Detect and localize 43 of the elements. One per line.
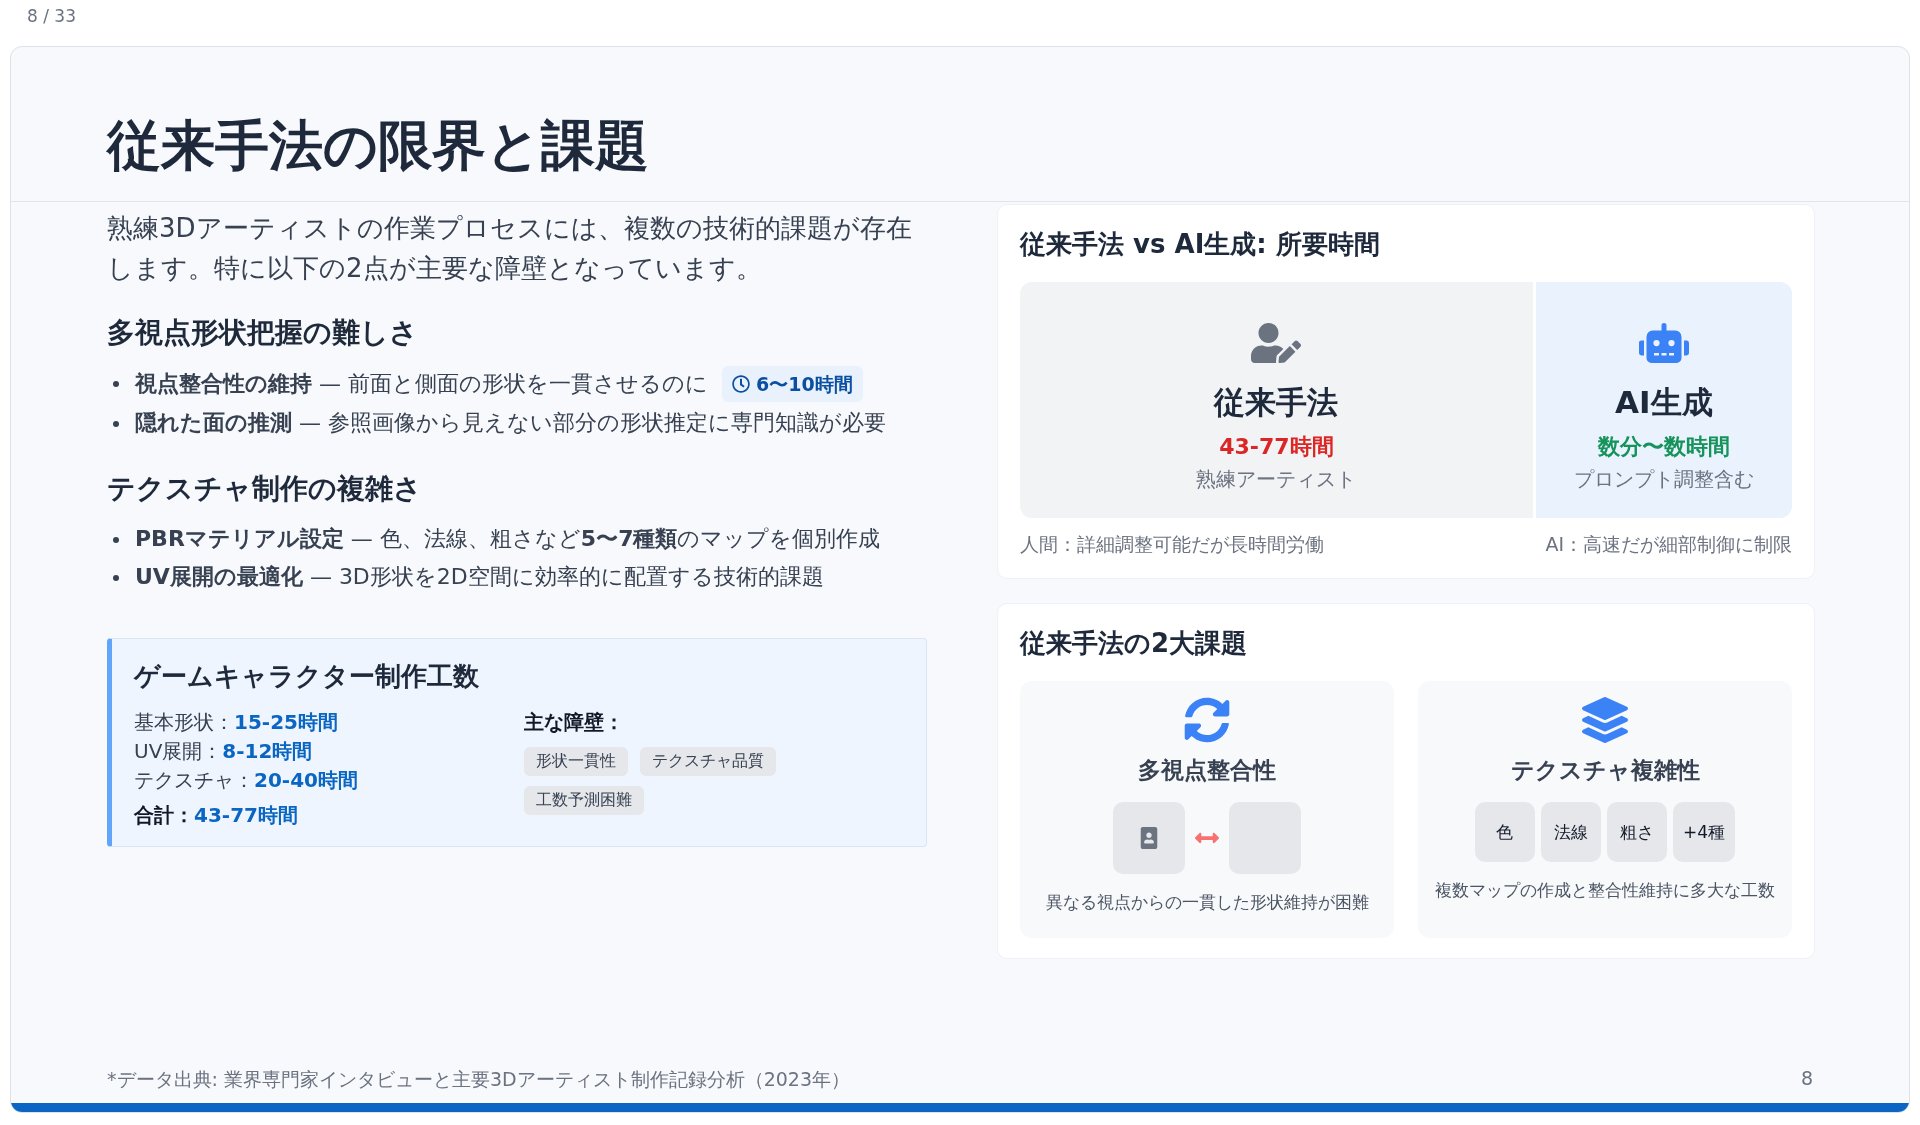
map-tile: 法線 bbox=[1540, 802, 1601, 862]
method-title: AI生成 bbox=[1615, 382, 1713, 422]
method-title: 従来手法 bbox=[1214, 382, 1339, 422]
bullet-text: PBRマテリアル設定 — 色、法線、粗さなど5〜7種類のマップを個別作成 bbox=[135, 525, 881, 553]
section-heading: 多視点形状把握の難しさ bbox=[107, 315, 419, 351]
clock-icon bbox=[732, 375, 750, 393]
source-note: *データ出典: 業界専門家インタビューと主要3Dアーティスト制作記録分析（2023年） bbox=[107, 1067, 850, 1092]
map-tile: 色 bbox=[1474, 802, 1535, 862]
slide-counter: 8 / 33 bbox=[26, 5, 77, 28]
bullet-text: 隠れた面の推測 — 参照画像から見えない部分の形状推定に専門知識が必要 bbox=[135, 409, 886, 437]
portrait-icon bbox=[1138, 827, 1160, 849]
workload-line: UV展開：8-12時間 bbox=[134, 738, 314, 765]
intro-paragraph: 熟練3Dアーティストの作業プロセスには、複数の技術的課題が存在します。特に以下の2点が主要な障壁となっています。 bbox=[107, 212, 913, 285]
workload-title: ゲームキャラクター制作工数 bbox=[134, 660, 480, 693]
comparison-note: AI：高速だが細部制御に制限 bbox=[1545, 532, 1792, 557]
page-number: 8 bbox=[1800, 1067, 1813, 1091]
slide-title: 従来手法の限界と課題 bbox=[107, 113, 649, 179]
barrier-tag: 形状一貫性 bbox=[524, 747, 628, 776]
map-tile: +4種 bbox=[1672, 802, 1736, 862]
comparison-note: 人間：詳細調整可能だが長時間労働 bbox=[1020, 532, 1324, 557]
challenge-title: 多視点整合性 bbox=[1138, 756, 1276, 785]
challenge-caption: 異なる視点からの一貫した形状維持が困難 bbox=[1045, 891, 1369, 914]
method-time: 数分〜数時間 bbox=[1597, 432, 1730, 461]
method-subtitle: プロンプト調整含む bbox=[1573, 465, 1754, 493]
workload-line: 基本形状：15-25時間 bbox=[134, 709, 339, 736]
barrier-tag: テクスチャ品質 bbox=[640, 747, 776, 776]
challenge-caption: 複数マップの作成と整合性維持に多大な工数 bbox=[1435, 879, 1775, 902]
method-subtitle: 熟練アーティスト bbox=[1196, 465, 1357, 493]
barriers-label: 主な障壁： bbox=[524, 709, 625, 736]
layers-icon bbox=[1582, 697, 1628, 743]
card-title: 従来手法の2大課題 bbox=[1020, 627, 1249, 660]
sync-icon bbox=[1184, 697, 1230, 743]
map-tile: 粗さ bbox=[1606, 802, 1667, 862]
section-heading: テクスチャ制作の複雑さ bbox=[107, 471, 423, 507]
workload-total: 合計：43-77時間 bbox=[134, 802, 299, 829]
method-time: 43-77時間 bbox=[1219, 432, 1334, 461]
barrier-tag: 工数予測困難 bbox=[524, 786, 644, 815]
card-title: 従来手法 vs AI生成: 所要時間 bbox=[1020, 228, 1381, 261]
bullet-text: UV展開の最適化 — 3D形状を2D空間に効率的に配置する技術的課題 bbox=[135, 563, 824, 591]
time-badge: 6〜10時間 bbox=[722, 366, 863, 402]
challenge-title: テクスチャ複雑性 bbox=[1510, 756, 1700, 785]
bullet-text: 視点整合性の維持 — 前面と側面の形状を一貫させるのに bbox=[135, 370, 708, 398]
workload-line: テクスチャ：20-40時間 bbox=[134, 767, 359, 794]
